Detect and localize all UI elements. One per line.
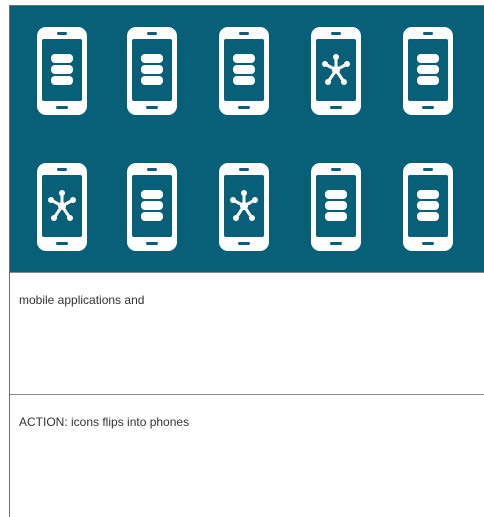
phone-database-icon — [127, 27, 177, 115]
phone-row-bottom — [10, 163, 484, 251]
phone-network-hub-icon — [311, 27, 361, 115]
phone-database-icon — [403, 27, 453, 115]
caption-panel-1: mobile applications and — [10, 272, 484, 394]
phone-database-icon — [311, 163, 361, 251]
phone-network-hub-icon — [37, 163, 87, 251]
phone-network-hub-icon — [219, 163, 269, 251]
phone-database-icon — [127, 163, 177, 251]
phones-banner — [10, 6, 484, 272]
phone-database-icon — [219, 27, 269, 115]
phone-row-top — [10, 27, 484, 115]
phone-database-icon — [37, 27, 87, 115]
phone-database-icon — [403, 163, 453, 251]
caption-text-2: ACTION: icons flips into phones — [19, 415, 190, 429]
caption-panel-2: ACTION: icons flips into phones — [10, 394, 484, 516]
caption-text-1: mobile applications and — [19, 293, 145, 307]
